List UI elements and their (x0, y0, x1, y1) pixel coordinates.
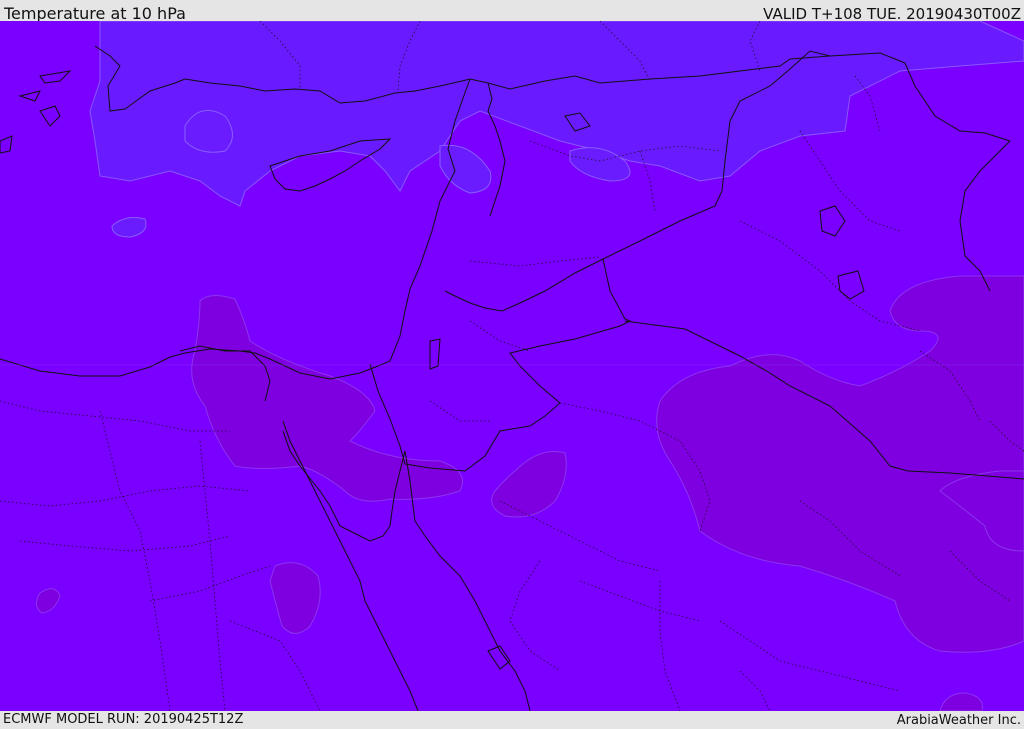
map-canvas (0, 21, 1024, 711)
weather-map-frame: Temperature at 10 hPa VALID T+108 TUE. 2… (0, 0, 1024, 729)
footer-bar: ECMWF MODEL RUN: 20190425T12Z ArabiaWeat… (0, 711, 1024, 729)
credit-label: ArabiaWeather Inc. (896, 713, 1021, 728)
temperature-map (0, 21, 1024, 711)
cool-region-islet-1 (184, 109, 233, 153)
header-bar: Temperature at 10 hPa VALID T+108 TUE. 2… (0, 0, 1024, 23)
model-run-label: ECMWF MODEL RUN: 20190425T12Z (3, 712, 244, 727)
